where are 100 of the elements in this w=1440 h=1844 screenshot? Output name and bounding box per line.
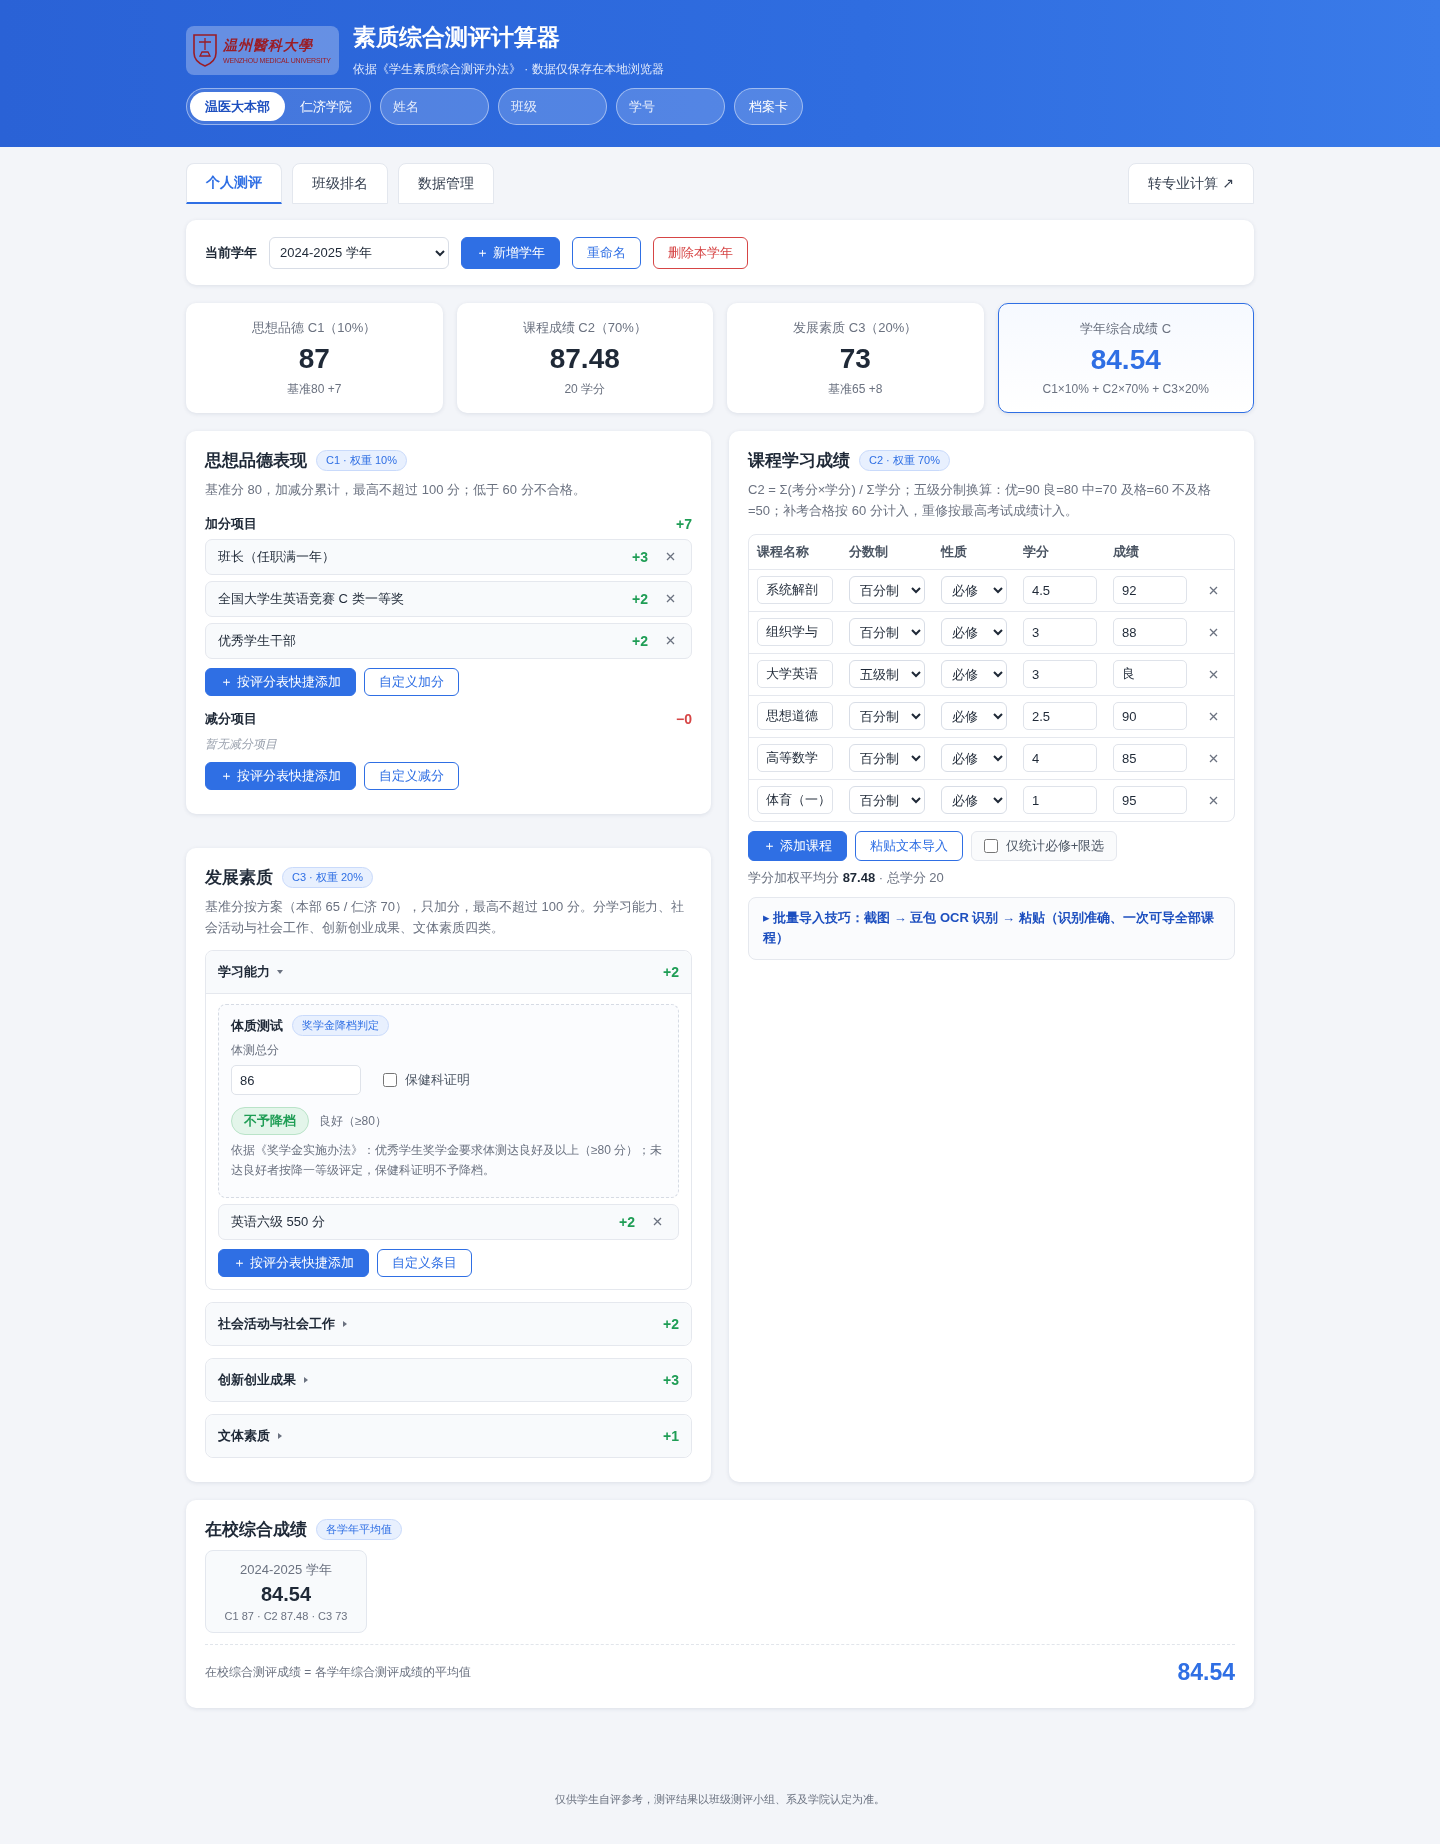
item-name: 优秀学生干部 (218, 631, 297, 650)
score-field[interactable]: 85 (1113, 744, 1187, 773)
year-select[interactable]: 2024-2025 学年 (269, 236, 449, 269)
checkbox[interactable] (983, 838, 998, 853)
footer-note: 仅供学生自评参考，测评结果以班级测评小组、系及学院认定为准。 (554, 1792, 886, 1807)
year-score: 84.54 (260, 1583, 312, 1606)
category-header[interactable]: 学习能力 +2 (206, 951, 691, 995)
paste-import-button[interactable]: 粘贴文本导入 (854, 830, 963, 861)
average-badge: 各学年平均值 (316, 1519, 402, 1540)
column-header: 学分 (1023, 542, 1050, 561)
tab[interactable]: 班级排名 (292, 163, 388, 204)
rename-button[interactable]: 重命名 (571, 236, 641, 269)
credit-field[interactable]: 3 (1023, 618, 1097, 647)
category-header[interactable]: 文体素质 +1 (206, 1415, 691, 1457)
credit-field[interactable]: 4 (1023, 744, 1097, 773)
scale-select[interactable]: 五级制 (849, 660, 925, 689)
course-name-field[interactable]: 体育（一） (757, 786, 833, 815)
credit-field[interactable]: 1 (1023, 786, 1097, 815)
credit-field[interactable]: 3 (1023, 660, 1097, 689)
item-points: +2 (619, 1214, 635, 1230)
custom-item-button[interactable]: 自定义条目 (376, 1249, 472, 1277)
certificate-checkbox[interactable]: 保健科证明 (383, 1071, 470, 1090)
column-header: 成绩 (1113, 542, 1140, 561)
tab[interactable]: 数据管理 (398, 163, 494, 204)
year-label: 2024-2025 学年 (240, 1561, 332, 1579)
weight-badge: C1 · 权重 10% (316, 450, 407, 471)
type-select[interactable]: 必修 (941, 576, 1007, 605)
panel-title: 思想品德表现 (205, 450, 307, 472)
scale-select[interactable]: 百分制 (849, 618, 925, 647)
category-header[interactable]: 创新创业成果 +3 (206, 1359, 691, 1401)
score-field[interactable]: 92 (1113, 576, 1187, 605)
scale-select[interactable]: 百分制 (849, 786, 925, 815)
caret-icon (341, 1320, 349, 1328)
score-value: 87 (298, 342, 330, 375)
score-field[interactable]: 88 (1113, 618, 1187, 647)
type-select[interactable]: 必修 (941, 702, 1007, 731)
custom-add-button[interactable]: 自定义加分 (363, 667, 459, 696)
group-label: 减分项目 (205, 709, 257, 728)
header-field[interactable]: 姓名 (380, 88, 489, 125)
quick-add-button[interactable]: ＋ 按评分表快捷添加 (205, 761, 356, 790)
score-note: 20 学分 (564, 380, 606, 398)
scale-select[interactable]: 百分制 (849, 744, 925, 773)
score-label: 思想品德 C1（10%） (252, 318, 377, 337)
checkbox[interactable] (383, 1073, 397, 1088)
crest-icon (191, 32, 219, 68)
verdict-badge: 不予降档 (231, 1107, 309, 1136)
grade-text: 良好（≥80） (319, 1112, 387, 1130)
transfer-button[interactable]: 转专业计算 ↗ (1128, 163, 1254, 204)
score-value: 73 (839, 342, 871, 375)
score-label: 课程成绩 C2（70%） (522, 318, 647, 337)
score-value: 87.48 (549, 342, 620, 375)
panel-title: 在校综合成绩 (205, 1519, 307, 1541)
type-select[interactable]: 必修 (941, 786, 1007, 815)
tab[interactable]: 个人测评 (186, 163, 282, 204)
campus-option[interactable]: 温医大本部 (190, 92, 285, 121)
category-header[interactable]: 社会活动与社会工作 +2 (206, 1303, 691, 1345)
panel-description: 基准分按方案（本部 65 / 仁济 70），只加分，最高不超过 100 分。分学习能力、社会活动与社会工作、创新创业成果、文体素质四类。 (205, 897, 685, 937)
course-name-field[interactable]: 高等数学 (757, 744, 833, 773)
campus-option[interactable]: 仁济学院 (285, 92, 367, 121)
course-name-field[interactable]: 系统解剖 (757, 576, 833, 605)
panel-title: 发展素质 (205, 866, 273, 889)
group-total: −0 (676, 710, 692, 727)
credit-field[interactable]: 4.5 (1023, 576, 1097, 605)
app-title: 素质综合测评计算器 (353, 23, 561, 52)
scale-select[interactable]: 百分制 (849, 576, 925, 605)
course-name-field[interactable]: 组织学与 (757, 618, 833, 647)
item-name: 班长（任职满一年） (218, 547, 336, 566)
course-name-field[interactable]: 思想道德 (757, 702, 833, 731)
summary-text: 学分加权平均分 87.48 · 总学分 20 (748, 868, 945, 887)
panel-description: C2 = Σ(考分×学分) / Σ学分；五级分制换算：优=90 良=80 中=70 及格=60 不及格=50；补考合格按 60 分计入，重修按最高考试成绩计入。 (748, 481, 1213, 520)
score-field[interactable]: 95 (1113, 786, 1187, 815)
column-header: 分数制 (849, 542, 889, 561)
import-tip[interactable]: ▸ 批量导入技巧：截图 → 豆包 OCR 识别 → 粘贴（识别准确、一次可导全部课程） (748, 896, 1235, 961)
score-value: 84.54 (1090, 344, 1161, 376)
type-select[interactable]: 必修 (941, 618, 1007, 647)
header-field[interactable]: 学号 (616, 88, 725, 125)
type-select[interactable]: 必修 (941, 660, 1007, 689)
custom-add-button[interactable]: 自定义减分 (363, 761, 459, 790)
column-header: 课程名称 (757, 542, 810, 561)
score-field[interactable]: 90 (1113, 702, 1187, 731)
score-note: 基准80 +7 (287, 380, 342, 398)
quick-add-button[interactable]: ＋ 按评分表快捷添加 (218, 1249, 369, 1277)
add-course-button[interactable]: ＋ 添加课程 (748, 830, 847, 861)
scale-select[interactable]: 百分制 (849, 702, 925, 731)
type-select[interactable]: 必修 (941, 744, 1007, 773)
course-name-field[interactable]: 大学英语 (757, 660, 833, 689)
quick-add-button[interactable]: ＋ 按评分表快捷添加 (205, 667, 356, 696)
filter-checkbox[interactable]: 仅统计必修+限选 (970, 830, 1118, 861)
archive-button[interactable]: 档案卡 (734, 88, 803, 125)
credit-field[interactable]: 2.5 (1023, 702, 1097, 731)
fitness-score-field[interactable]: 86 (231, 1065, 361, 1096)
weight-badge: C2 · 权重 70% (859, 450, 950, 471)
year-breakdown: C1 87 · C2 87.48 · C3 73 (224, 1610, 348, 1622)
delete-year-button[interactable]: 删除本学年 (652, 236, 748, 269)
item-name: 全国大学生英语竞赛 C 类一等奖 (218, 589, 405, 608)
add-year-button[interactable]: ＋ 新增学年 (461, 236, 560, 269)
header-field[interactable]: 班级 (498, 88, 607, 125)
group-total: +7 (676, 515, 692, 532)
caret-icon (276, 1432, 284, 1440)
score-field[interactable]: 良 (1113, 660, 1187, 689)
